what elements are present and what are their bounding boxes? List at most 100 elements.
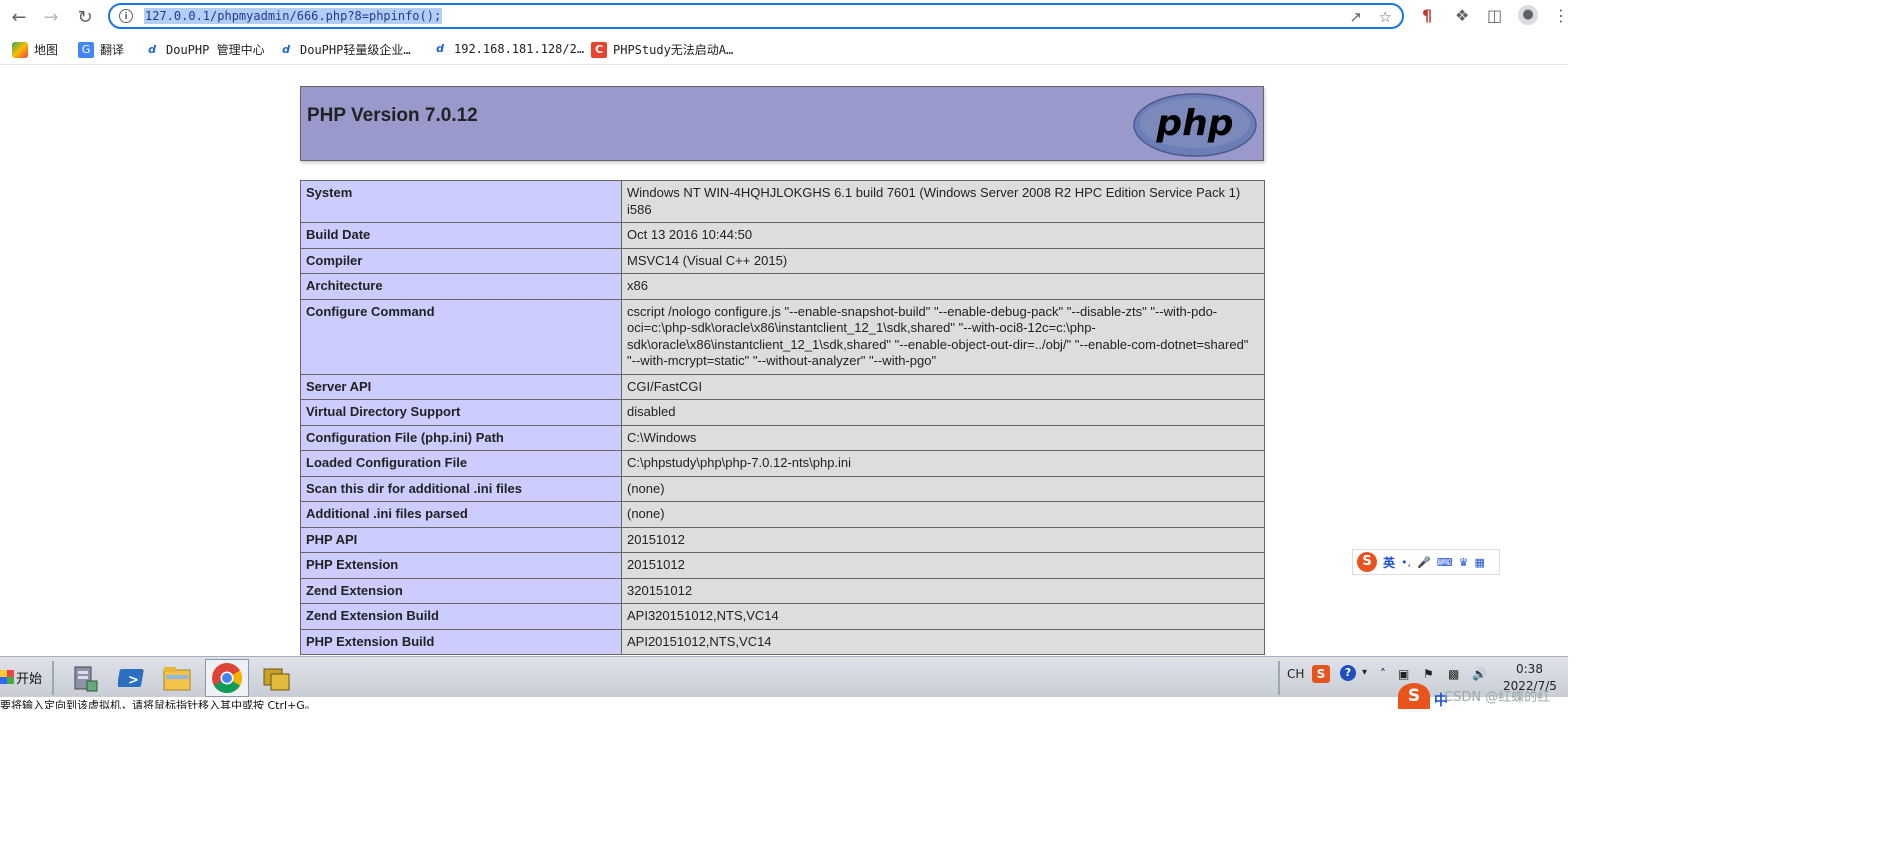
info-row: PHP API 20151012 — [300, 526, 1265, 553]
info-key: Server API — [300, 373, 622, 400]
info-key: PHP API — [300, 526, 622, 553]
extensions-puzzle-icon[interactable]: ❖ — [1455, 6, 1469, 25]
start-label: 开始 — [16, 671, 43, 687]
skin-icon[interactable]: ♛ — [1459, 556, 1469, 569]
info-key: Configuration File (php.ini) Path — [300, 424, 622, 451]
bookmark-translate[interactable]: G 翻译 — [78, 41, 124, 58]
info-row: Scan this dir for additional .ini files(… — [300, 475, 1265, 502]
info-row: Configure Command cscript /nologo configu… — [300, 298, 1265, 375]
bookmark-douphp-admin[interactable]: d DouPHP 管理中心 — [144, 41, 265, 58]
info-key: Virtual Directory Support — [300, 399, 622, 426]
vm-status-bar: 要将输入定向到该虚拟机，请将鼠标指针移入其中或按 Ctrl+G。 — [0, 697, 1568, 709]
folder-icon — [163, 667, 191, 691]
info-value: 20151012 — [621, 552, 1265, 579]
site-info-icon[interactable]: i — [119, 9, 133, 23]
keyboard-icon[interactable]: ⌨ — [1437, 556, 1453, 569]
info-row: PHP Extension 20151012 — [300, 552, 1265, 579]
bookmark-label: DouPHP 管理中心 — [166, 43, 265, 57]
php-info-table: System Windows NT WIN-4HQHJLOKGHS 6.1 bui… — [300, 180, 1265, 655]
sogou-logo-icon[interactable]: S — [1357, 552, 1377, 572]
profile-avatar-icon[interactable]: ● — [1518, 5, 1538, 25]
share-icon[interactable]: ↗ — [1349, 8, 1362, 26]
info-key: Zend Extension — [300, 577, 622, 604]
forward-icon[interactable]: → — [38, 5, 64, 29]
menu-more-icon[interactable]: ⋮ — [1553, 6, 1569, 25]
toolbox-icon[interactable]: ▦ — [1474, 556, 1484, 569]
reload-icon[interactable]: ↻ — [72, 5, 98, 29]
bookmark-label: 翻译 — [100, 43, 125, 57]
bookmark-douphp-enterprise[interactable]: d DouPHP轻量级企业… — [278, 41, 411, 58]
url-text[interactable]: 127.0.0.1/phpmyadmin/666.php?8=phpinfo()… — [144, 8, 443, 24]
info-value: CGI/FastCGI — [621, 373, 1265, 400]
start-button[interactable]: 开始 — [0, 665, 42, 689]
info-value: C:\Windows — [621, 424, 1265, 451]
bookmark-label: DouPHP轻量级企业… — [300, 43, 411, 57]
maps-icon — [12, 41, 28, 58]
server-manager-task[interactable] — [62, 659, 106, 697]
ime-mode-label[interactable]: 英 — [1383, 554, 1395, 571]
info-value: C:\phpstudy\php\php-7.0.12-nts\php.ini — [621, 450, 1265, 477]
side-panel-icon[interactable]: ◫ — [1487, 6, 1502, 25]
powershell-task[interactable]: > — [111, 659, 155, 697]
info-value: cscript /nologo configure.js "--enable-s… — [621, 298, 1265, 375]
info-value: Oct 13 2016 10:44:50 — [621, 222, 1265, 249]
volume-icon[interactable]: 🔊 — [1472, 667, 1487, 681]
info-value: Windows NT WIN-4HQHJLOKGHS 6.1 build 760… — [621, 180, 1265, 223]
language-indicator[interactable]: CH — [1287, 667, 1304, 681]
network-tray-icon[interactable]: ▣ — [1398, 667, 1409, 681]
app-task[interactable] — [254, 659, 298, 697]
show-hidden-icons[interactable]: ˄ — [1380, 667, 1386, 681]
extension-pilcrow-icon[interactable]: ¶ — [1422, 6, 1432, 25]
punctuation-icon[interactable]: •, — [1401, 556, 1411, 569]
app-folders-icon — [263, 668, 290, 691]
taskbar-divider — [52, 661, 54, 695]
php-logo-text: php — [1155, 103, 1233, 144]
php-logo-icon: php — [1133, 93, 1257, 157]
bookmark-ip-address[interactable]: d 192.168.181.128/2… — [432, 41, 584, 57]
info-key: Configure Command — [300, 298, 622, 375]
bookmarks-bar: 地图 G 翻译 d DouPHP 管理中心 d DouPHP轻量级企业… d 1… — [0, 36, 1568, 65]
info-value: MSVC14 (Visual C++ 2015) — [621, 247, 1265, 274]
csdn-icon: C — [591, 41, 607, 58]
bookmark-star-icon[interactable]: ☆ — [1379, 8, 1392, 26]
page-title: PHP Version 7.0.12 — [307, 105, 478, 126]
powershell-icon: > — [118, 669, 144, 688]
tray-options-icon[interactable]: ▾ — [1362, 667, 1367, 678]
svg-text:>: > — [128, 673, 139, 688]
info-row: Configuration File (php.ini) Path C:\Wind… — [300, 424, 1265, 451]
server-manager-icon — [74, 666, 98, 692]
action-center-flag-icon[interactable]: ⚑ — [1423, 667, 1434, 681]
help-icon[interactable]: ? — [1340, 665, 1356, 681]
info-row: Additional .ini files parsed (none) — [300, 501, 1265, 528]
info-key: PHP Extension Build — [300, 628, 622, 655]
ime-toolbar[interactable]: S 英 •, 🎤 ⌨ ♛ ▦ — [1352, 549, 1500, 575]
bookmark-maps[interactable]: 地图 — [12, 41, 58, 58]
back-icon[interactable]: ← — [6, 5, 32, 29]
info-key: PHP Extension — [300, 552, 622, 579]
info-row: Compiler MSVC14 (Visual C++ 2015) — [300, 247, 1265, 274]
info-row: Zend Extension Build API320151012,NTS,VC1… — [300, 603, 1265, 630]
csdn-watermark: CSDN @红蝶的红 — [1444, 690, 1551, 705]
address-bar[interactable]: i 127.0.0.1/phpmyadmin/666.php?8=phpinfo… — [108, 3, 1404, 29]
sogou-tray-icon[interactable]: S — [1312, 665, 1330, 683]
info-key: Build Date — [300, 222, 622, 249]
info-key: Architecture — [300, 273, 622, 300]
microphone-icon[interactable]: 🎤 — [1417, 556, 1431, 569]
info-key: System — [300, 180, 622, 223]
taskbar-divider — [1278, 661, 1280, 695]
info-row: Zend Extension 320151012 — [300, 577, 1265, 604]
bookmark-phpstudy[interactable]: C PHPStudy无法启动A… — [591, 41, 733, 58]
file-explorer-task[interactable] — [155, 659, 199, 697]
info-key: Compiler — [300, 247, 622, 274]
info-key: Scan this dir for additional .ini files — [300, 475, 622, 502]
php-version-header: PHP Version 7.0.12 php — [300, 86, 1264, 161]
info-value: disabled — [621, 399, 1265, 426]
chrome-task[interactable] — [205, 659, 249, 697]
clock-time[interactable]: 0:38 — [1516, 662, 1543, 676]
vm-hint-text: 要将输入定向到该虚拟机，请将鼠标指针移入其中或按 Ctrl+G。 — [0, 699, 316, 709]
info-value: (none) — [621, 501, 1265, 528]
info-key: Loaded Configuration File — [300, 450, 622, 477]
sogou-ime-status-icon[interactable]: S — [1398, 683, 1430, 709]
info-value: (none) — [621, 475, 1265, 502]
display-tray-icon[interactable]: ▩ — [1448, 667, 1459, 681]
